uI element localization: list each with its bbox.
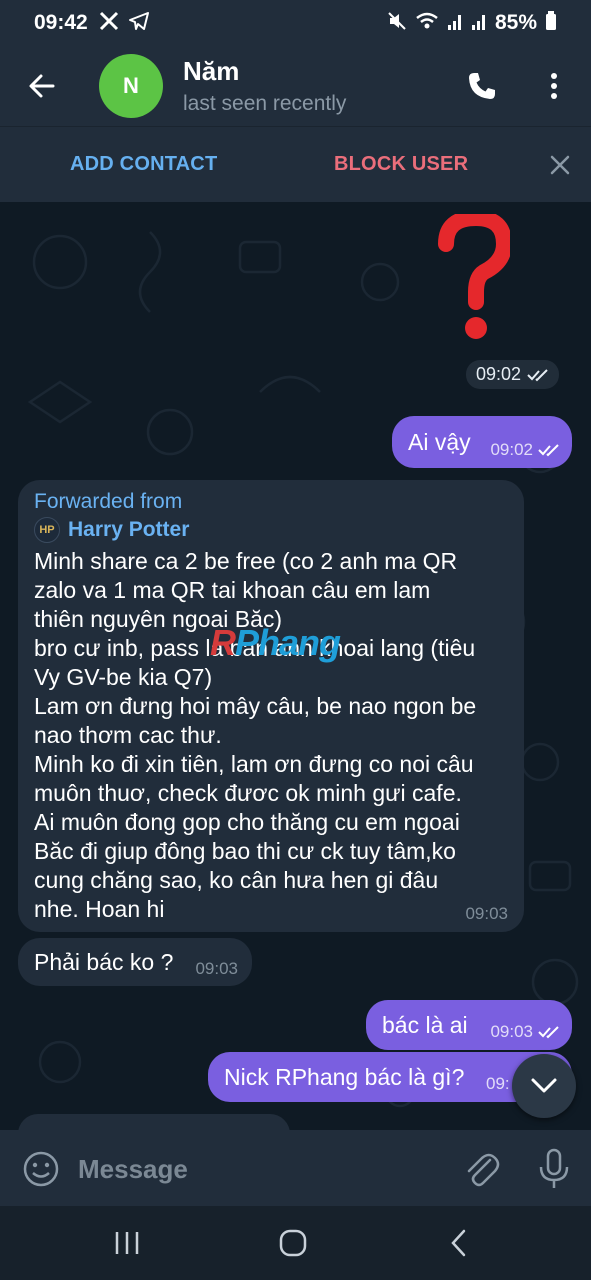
message-time: 09: [486, 1074, 510, 1093]
message-line: cung chăng sao, ko cân hưa hen gi đâu [34, 867, 439, 893]
system-navigation-bar [0, 1206, 591, 1280]
message-body: Minh share ca 2 be free (co 2 anh ma QR … [34, 547, 508, 924]
forwarded-source[interactable]: HP Harry Potter [34, 517, 508, 543]
x-logo-icon [98, 10, 120, 37]
message-line: zalo va 1 ma QR tai khoan câu em lam [34, 577, 431, 603]
microphone-icon [539, 1148, 569, 1188]
message-text: bác là ai [382, 1012, 468, 1038]
recents-button[interactable] [112, 1230, 142, 1256]
wifi-icon [415, 11, 439, 36]
message-line: Băc đi giup đông bao thi cư ck tuy tâm,k… [34, 838, 456, 864]
recents-icon [115, 1232, 139, 1254]
home-icon [279, 1229, 307, 1257]
watermark-logo: RPhang [210, 622, 341, 663]
message-line: Vy GV-be kia Q7) [34, 664, 213, 690]
message-time: 09:03 [195, 959, 238, 978]
close-action-bar-button[interactable] [546, 151, 574, 179]
scroll-to-bottom-button[interactable] [512, 1054, 576, 1118]
message-time: 09:02 [490, 440, 560, 460]
question-mark-sticker[interactable] [438, 209, 513, 347]
avatar-initial: N [123, 73, 139, 98]
message-line: nao thơm cac thư. [34, 722, 222, 748]
message-line: Ai muôn đong gop cho thăng cu em ngoai [34, 809, 460, 835]
outgoing-message[interactable]: Ai vậy 09:02 [392, 416, 572, 468]
message-text: Ai vậy [408, 429, 471, 455]
attach-button[interactable] [462, 1148, 500, 1188]
emoji-icon [23, 1151, 59, 1187]
close-icon [550, 155, 570, 175]
incoming-message[interactable]: Phải bác ko ? 09:03 [18, 938, 252, 986]
add-contact-button[interactable]: ADD CONTACT [70, 153, 217, 176]
system-back-button[interactable] [448, 1228, 470, 1258]
avatar[interactable]: N [99, 54, 163, 118]
more-options-button[interactable] [536, 66, 572, 106]
voice-record-button[interactable] [536, 1148, 572, 1190]
back-button[interactable] [0, 46, 84, 126]
outgoing-message[interactable]: bác là ai 09:03 [366, 1000, 572, 1050]
signal-icon [471, 11, 487, 36]
contact-action-bar: ADD CONTACT BLOCK USER [0, 126, 591, 202]
status-bar: 09:42 85% [0, 0, 591, 46]
message-line: Lam ơn đưng hoi mây câu, be nao ngon be [34, 693, 477, 719]
signal-icon [447, 11, 463, 36]
double-check-icon [527, 368, 548, 381]
forwarded-label: Forwarded from [34, 490, 183, 513]
chat-header: N Năm last seen recently [0, 46, 591, 126]
home-button[interactable] [278, 1228, 308, 1258]
forwarded-message[interactable]: Forwarded from HP Harry Potter Minh shar… [18, 480, 524, 932]
message-line: Minh share ca 2 be free (co 2 anh ma QR [34, 548, 458, 574]
message-time: 09:02 [466, 360, 560, 389]
message-text: Phải bác ko ? [34, 949, 174, 975]
forwarded-source-name: Harry Potter [68, 518, 190, 541]
more-vertical-icon [551, 73, 557, 99]
source-avatar: HP [34, 517, 60, 543]
message-text: Nick RPhang bác là gì? [224, 1064, 465, 1090]
contact-name: Năm [183, 56, 240, 86]
phone-icon [469, 73, 495, 99]
chevron-down-icon [531, 1078, 557, 1093]
emoji-button[interactable] [22, 1150, 60, 1188]
incoming-message-partial[interactable] [18, 1114, 290, 1130]
paperclip-icon [467, 1153, 500, 1187]
status-time: 09:42 [34, 11, 88, 34]
telegram-icon [128, 10, 150, 37]
message-line: nhe. Hoan hi [34, 896, 165, 922]
chat-area[interactable]: 09:02 Ai vậy 09:02 Forwarded from HP Har… [0, 202, 591, 1130]
message-line: Minh ko đi xin tiên, lam ơn đưng co noi … [34, 751, 474, 777]
message-input-bar [0, 1130, 591, 1206]
double-check-icon [538, 444, 559, 457]
back-chevron-icon [451, 1229, 466, 1257]
battery-icon [545, 10, 557, 36]
message-time: 09:03 [490, 1022, 560, 1042]
mute-icon [387, 11, 407, 36]
block-user-button[interactable]: BLOCK USER [334, 153, 468, 176]
message-time: 09:03 [465, 904, 508, 923]
message-line: muôn thuơ, check đươc ok minh gưi cafe. [34, 780, 462, 806]
back-arrow-icon [29, 74, 55, 98]
contact-info[interactable]: Năm last seen recently [183, 56, 346, 116]
message-input[interactable] [78, 1152, 438, 1186]
call-button[interactable] [462, 66, 502, 106]
contact-status: last seen recently [183, 92, 347, 115]
double-check-icon [538, 1026, 559, 1039]
battery-percent: 85% [494, 11, 537, 34]
